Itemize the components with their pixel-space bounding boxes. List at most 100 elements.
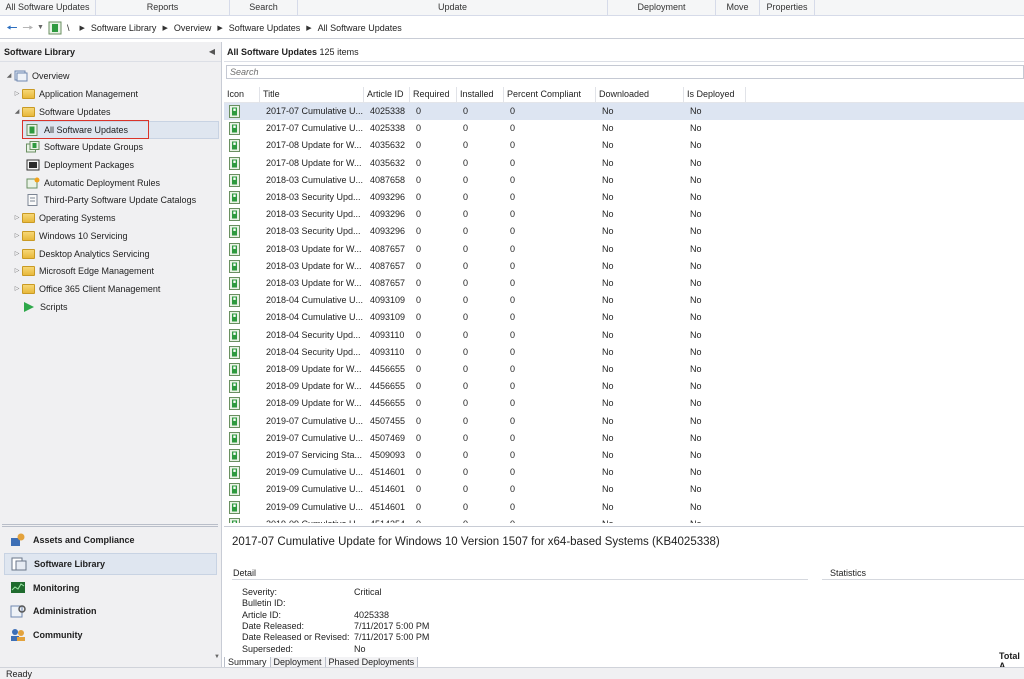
tree-item-software-updates[interactable]: ◢ Software Updates — [12, 104, 111, 120]
back-arrow-icon[interactable]: 🠔 — [4, 20, 20, 36]
history-dropdown-icon[interactable]: ▼ — [36, 24, 45, 31]
item-count: 125 items — [319, 47, 359, 57]
cell-title: 2018-03 Security Upd... — [266, 226, 361, 237]
table-row[interactable]: 2018-09 Update for W... 4456655 0 0 0 No No — [224, 361, 1024, 378]
expanded-arrow-icon[interactable]: ◢ — [12, 104, 22, 120]
tree-item-deployment-packages[interactable]: Deployment Packages — [22, 157, 134, 173]
table-row[interactable]: 2018-03 Cumulative U... 4087658 0 0 0 No No — [224, 172, 1024, 189]
updates-table: Icon Title Article ID Required Installed Perc… — [224, 87, 1024, 523]
tree-item-overview[interactable]: ◢ Overview — [4, 68, 70, 84]
workspace-administration[interactable]: Administration — [4, 600, 217, 622]
cell-required: 0 — [416, 364, 422, 374]
column-header-title[interactable]: Title — [260, 87, 364, 102]
tree-item-application-management[interactable]: ▷ Application Management — [12, 86, 138, 102]
cell-installed: 0 — [463, 209, 469, 220]
cell-required: 0 — [416, 432, 422, 443]
table-row[interactable]: 2019-09 Cumulative U... 4514601 0 0 0 No No — [224, 464, 1024, 481]
column-header-percent-compliant[interactable]: Percent Compliant — [504, 87, 596, 102]
table-row[interactable]: 2017-07 Cumulative U... 4025338 0 0 0 No No — [224, 120, 1024, 137]
workspace-assets-and-compliance[interactable]: Assets and Compliance — [4, 529, 217, 551]
table-row[interactable]: 2017-08 Update for W... 4035632 0 0 0 No No — [224, 155, 1024, 172]
table-row[interactable]: 2019-07 Servicing Sta... 4509093 0 0 0 No No — [224, 447, 1024, 464]
cell-downloaded: No — [602, 381, 614, 392]
table-row[interactable]: 2019-07 Cumulative U... 4507455 0 0 0 No No — [224, 413, 1024, 430]
cell-is-deployed: No — [690, 140, 702, 151]
table-row[interactable]: 2019-09 Cumulative U... 4514601 0 0 0 No No — [224, 481, 1024, 498]
collapsed-arrow-icon[interactable]: ▷ — [12, 210, 22, 226]
column-header-required[interactable]: Required — [410, 87, 457, 102]
cell-downloaded: No — [602, 174, 614, 185]
column-header-icon[interactable]: Icon — [224, 87, 260, 102]
software-update-icon — [229, 311, 240, 325]
workspace-splitter[interactable] — [2, 524, 218, 527]
collapse-pane-icon[interactable]: ◀ — [209, 42, 215, 62]
workspace-monitoring[interactable]: Monitoring — [4, 577, 217, 599]
table-row[interactable]: 2018-04 Security Upd... 4093110 0 0 0 No No — [224, 327, 1024, 344]
cell-downloaded: No — [602, 295, 614, 306]
table-row[interactable]: 2018-03 Update for W... 4087657 0 0 0 No No — [224, 258, 1024, 275]
column-header-downloaded[interactable]: Downloaded — [596, 87, 684, 102]
table-row[interactable]: 2018-03 Security Upd... 4093296 0 0 0 No No — [224, 206, 1024, 223]
breadcrumb-software-library[interactable]: Software Library — [91, 23, 157, 33]
cell-installed: 0 — [463, 415, 469, 426]
breadcrumb-separator-icon[interactable]: ▶ — [217, 24, 222, 32]
table-row[interactable]: 2019-07 Cumulative U... 4507469 0 0 0 No No — [224, 430, 1024, 447]
column-header-article-id[interactable]: Article ID — [364, 87, 410, 102]
column-header-is-deployed[interactable]: Is Deployed — [684, 87, 746, 102]
table-row[interactable]: 2019-09 Cumulative U... 4514601 0 0 0 No No — [224, 499, 1024, 516]
table-row[interactable]: 2018-04 Cumulative U... 4093109 0 0 0 No No — [224, 292, 1024, 309]
breadcrumb-separator-icon[interactable]: ▶ — [162, 24, 167, 32]
cell-article-id: 4093110 — [370, 329, 405, 340]
collapsed-arrow-icon[interactable]: ▷ — [12, 281, 22, 297]
tree-item-software-update-groups[interactable]: Software Update Groups — [22, 139, 143, 155]
address-bar: 🠔 🠖 ▼ \ ▶ Software Library ▶ Overview ▶ … — [0, 17, 1024, 39]
breadcrumb-software-updates[interactable]: Software Updates — [229, 23, 301, 33]
breadcrumb-root[interactable]: \ — [67, 23, 70, 33]
breadcrumb-separator-icon[interactable]: ▶ — [306, 24, 311, 32]
cell-title: 2018-03 Update for W... — [266, 243, 362, 254]
cell-required: 0 — [416, 106, 422, 116]
tree-item-operating-systems[interactable]: ▷ Operating Systems — [12, 210, 116, 226]
table-row[interactable]: 2018-04 Cumulative U... 4093109 0 0 0 No No — [224, 309, 1024, 326]
forward-arrow-icon[interactable]: 🠖 — [20, 20, 36, 36]
workspace-overflow-icon[interactable]: ▼ — [214, 654, 220, 660]
breadcrumb-overview[interactable]: Overview — [174, 23, 212, 33]
expanded-arrow-icon[interactable]: ◢ — [4, 68, 14, 84]
cell-required: 0 — [416, 157, 422, 168]
tree-item-desktop-analytics-servicing[interactable]: ▷ Desktop Analytics Servicing — [12, 246, 150, 262]
breadcrumb-separator-icon[interactable]: ▶ — [80, 24, 85, 32]
tree-item-scripts[interactable]: Scripts — [12, 299, 68, 315]
table-row[interactable]: 2018-04 Security Upd... 4093110 0 0 0 No No — [224, 344, 1024, 361]
table-row[interactable]: 2018-03 Update for W... 4087657 0 0 0 No No — [224, 275, 1024, 292]
column-header-installed[interactable]: Installed — [457, 87, 504, 102]
tree-item-windows-10-servicing[interactable]: ▷ Windows 10 Servicing — [12, 228, 128, 244]
software-update-icon — [229, 431, 240, 445]
breadcrumb-all-software-updates[interactable]: All Software Updates — [318, 23, 402, 33]
table-row[interactable]: 2018-03 Security Upd... 4093296 0 0 0 No No — [224, 223, 1024, 240]
collapsed-arrow-icon[interactable]: ▷ — [12, 86, 22, 102]
table-row[interactable]: 2017-07 Cumulative U... 4025338 0 0 0 No No — [224, 103, 1024, 121]
software-update-icon — [229, 122, 240, 136]
software-update-icon — [229, 139, 240, 153]
navigation-pane: Software Library ◀ ◢ Overview ▷ Application… — [0, 42, 222, 667]
table-row[interactable]: 2017-08 Update for W... 4035632 0 0 0 No No — [224, 137, 1024, 154]
table-row[interactable]: 2018-09 Update for W... 4456655 0 0 0 No No — [224, 378, 1024, 395]
workspace-community[interactable]: Community — [4, 624, 217, 646]
software-update-home-icon[interactable] — [48, 21, 62, 35]
collapsed-arrow-icon[interactable]: ▷ — [12, 263, 22, 279]
tree-item-microsoft-edge-management[interactable]: ▷ Microsoft Edge Management — [12, 263, 154, 279]
table-row[interactable]: 2018-03 Security Upd... 4093296 0 0 0 No No — [224, 189, 1024, 206]
table-row[interactable]: 2019-09 Cumulative U...4514354000NoNo — [224, 516, 1024, 523]
tree-item-third-party-software-update-catalogs[interactable]: Third-Party Software Update Catalogs — [22, 192, 196, 208]
cell-installed: 0 — [463, 484, 469, 495]
collapsed-arrow-icon[interactable]: ▷ — [12, 228, 22, 244]
table-row[interactable]: 2018-03 Update for W... 4087657 0 0 0 No No — [224, 241, 1024, 258]
tree-item-office-365-client-management[interactable]: ▷ Office 365 Client Management — [12, 281, 160, 297]
cell-required: 0 — [416, 123, 422, 134]
search-input[interactable]: Search — [226, 65, 1024, 79]
cell-required: 0 — [416, 243, 422, 254]
workspace-software-library[interactable]: Software Library — [4, 553, 217, 575]
collapsed-arrow-icon[interactable]: ▷ — [12, 246, 22, 262]
tree-item-automatic-deployment-rules[interactable]: Automatic Deployment Rules — [22, 175, 160, 191]
table-row[interactable]: 2018-09 Update for W... 4456655 0 0 0 No No — [224, 395, 1024, 412]
